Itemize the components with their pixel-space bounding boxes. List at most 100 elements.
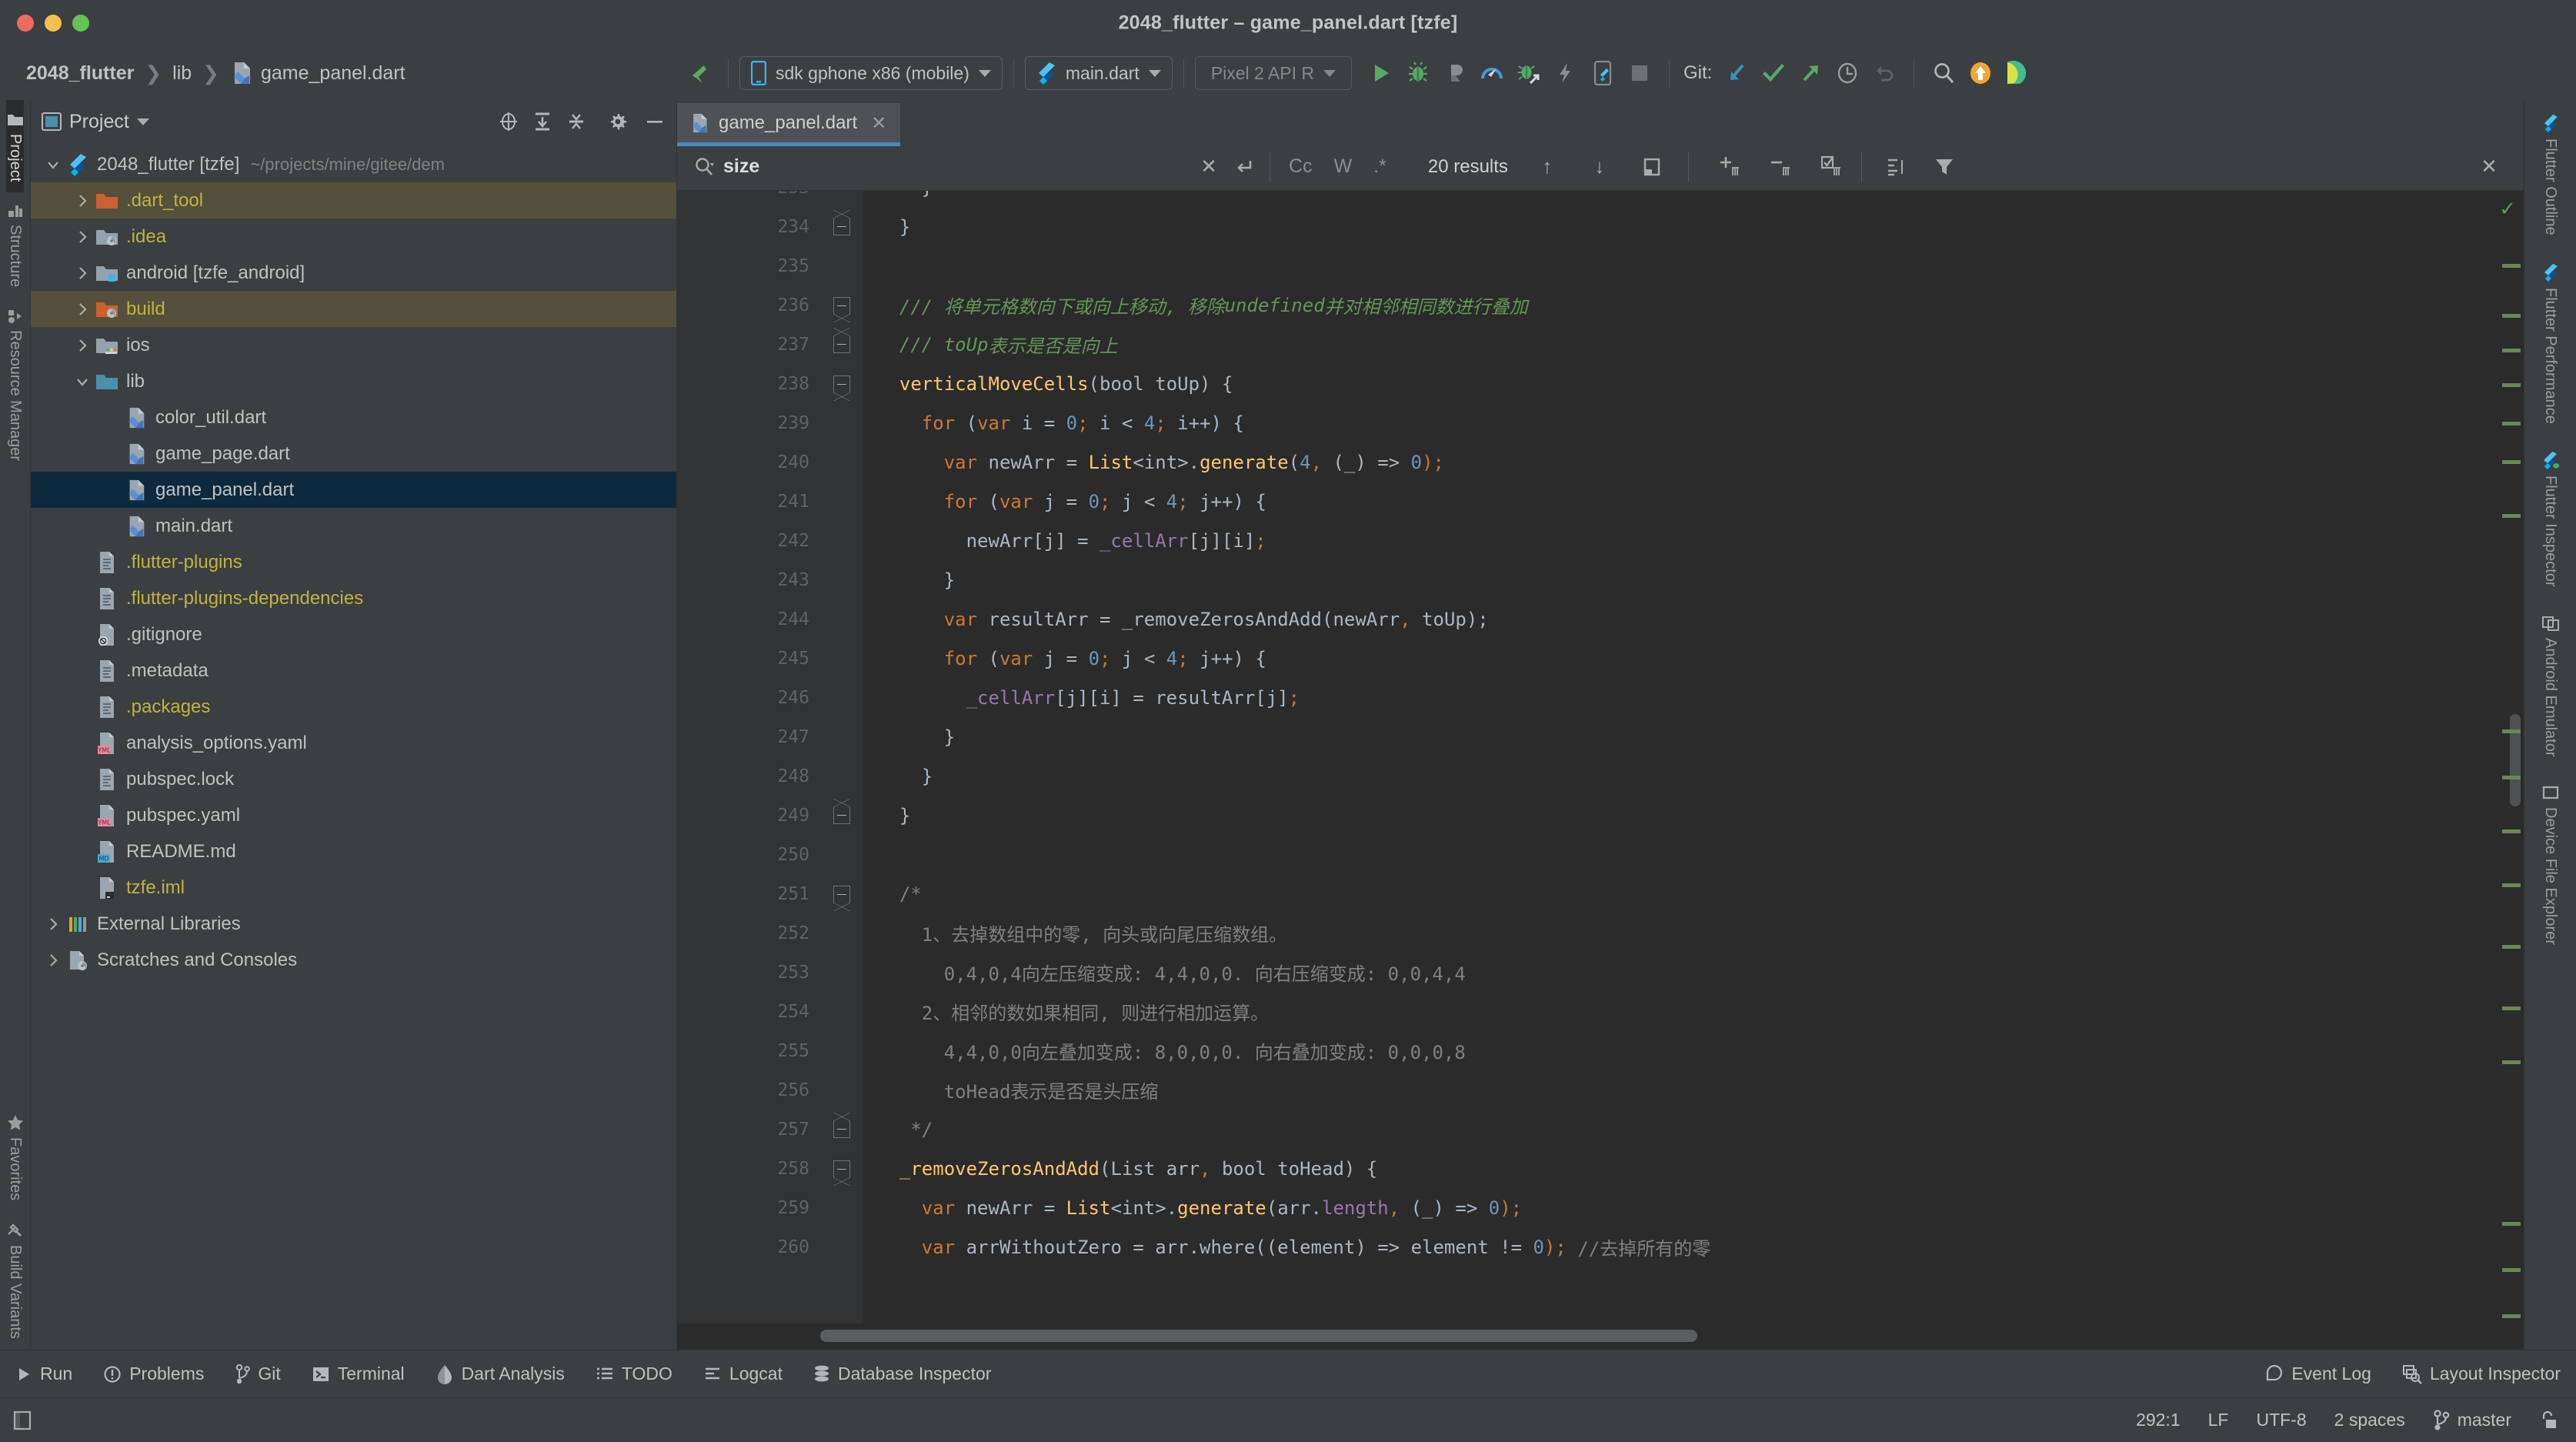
code-line[interactable]: [863, 835, 2499, 874]
fold-toggle[interactable]: [820, 874, 863, 913]
breadcrumb-item-project[interactable]: 2048_flutter: [26, 62, 134, 85]
chevron-right-icon[interactable]: [42, 953, 65, 968]
select-opened-file-icon[interactable]: [498, 111, 519, 132]
chevron-down-icon[interactable]: [71, 374, 94, 389]
bottom-tool-event-log[interactable]: Event Log: [2250, 1364, 2387, 1384]
profile-button[interactable]: [1436, 55, 1473, 92]
clear-search-icon[interactable]: ✕: [1191, 149, 1226, 185]
code-line[interactable]: }: [863, 207, 2499, 246]
tree-node[interactable]: .gitignore: [31, 616, 676, 653]
bottom-tool-todo[interactable]: TODO: [580, 1364, 688, 1384]
close-tab-icon[interactable]: ✕: [871, 112, 886, 135]
unlocked-icon[interactable]: [2539, 1410, 2558, 1431]
check-lines-icon[interactable]: [1814, 149, 1849, 185]
code-line[interactable]: toHead表示是否是头压缩: [863, 1070, 2499, 1110]
sidebar-item-flutter-inspector[interactable]: Flutter Inspector: [2541, 437, 2560, 601]
code-line[interactable]: 4,4,0,0向左叠加变成: 8,0,0,0. 向右叠加变成: 0,0,0,8: [863, 1031, 2499, 1070]
git-branch-widget[interactable]: master: [2433, 1409, 2511, 1431]
push-button[interactable]: [1792, 55, 1829, 92]
tree-node[interactable]: MD README.md: [31, 833, 676, 870]
run-configuration-selector[interactable]: main.dart: [1024, 56, 1173, 90]
code-line[interactable]: var arrWithoutZero = arr.where((element)…: [863, 1227, 2499, 1267]
code-text[interactable]: } } /// 将单元格数向下或向上移动, 移除undefined并对相邻相同数…: [863, 191, 2499, 1324]
history-button[interactable]: [1829, 55, 1866, 92]
devtools-button[interactable]: [1473, 55, 1510, 92]
bottom-tool-problems[interactable]: Problems: [88, 1364, 219, 1384]
fold-toggle[interactable]: [820, 207, 863, 246]
hot-reload-button[interactable]: [1547, 55, 1584, 92]
tree-node[interactable]: .metadata: [31, 653, 676, 689]
tree-node[interactable]: tzfe.iml: [31, 870, 676, 906]
bottom-tool-git[interactable]: Git: [219, 1364, 295, 1384]
bottom-tool-run[interactable]: Run: [0, 1364, 88, 1384]
tree-node[interactable]: main.dart: [31, 508, 676, 544]
next-occurrence-icon[interactable]: ↓: [1582, 149, 1617, 185]
search-field-wrapper[interactable]: [683, 155, 1191, 179]
sidebar-item-device-file-explorer[interactable]: Device File Explorer: [2541, 770, 2559, 959]
remove-line-icon[interactable]: [1763, 149, 1798, 185]
bottom-tool-layout-inspector[interactable]: Layout Inspector: [2387, 1364, 2576, 1384]
update-project-button[interactable]: [1718, 55, 1755, 92]
tree-node[interactable]: game_panel.dart: [31, 472, 676, 508]
code-folding-gutter[interactable]: [820, 191, 863, 1324]
debug-button[interactable]: [1400, 55, 1436, 92]
tree-node[interactable]: External Libraries: [31, 906, 676, 942]
filter-icon[interactable]: [1927, 149, 1962, 185]
error-stripe-markers[interactable]: ✓: [2499, 191, 2524, 1324]
caret-position[interactable]: 292:1: [2136, 1410, 2181, 1430]
fold-toggle[interactable]: [820, 364, 863, 403]
code-line[interactable]: }: [863, 796, 2499, 835]
toggle-toolbar-button[interactable]: [0, 1410, 32, 1431]
horizontal-scrollbar[interactable]: [677, 1324, 2524, 1350]
tree-node[interactable]: game_page.dart: [31, 436, 676, 472]
hide-panel-icon[interactable]: [644, 111, 666, 132]
sidebar-item-flutter-performance[interactable]: Flutter Performance: [2541, 249, 2559, 438]
chevron-right-icon[interactable]: [71, 302, 94, 317]
flutter-back-icon[interactable]: [680, 55, 717, 92]
rollback-button[interactable]: [1866, 55, 1903, 92]
fold-toggle[interactable]: [820, 1149, 863, 1188]
sidebar-item-project[interactable]: Project: [6, 100, 24, 193]
tree-node[interactable]: YML pubspec.yaml: [31, 797, 676, 833]
code-line[interactable]: /// toUp 表示是否是向上: [863, 325, 2499, 364]
project-tree[interactable]: 2048_flutter [tzfe] ~/projects/mine/gitee…: [31, 143, 676, 1350]
tree-node[interactable]: 2048_flutter [tzfe] ~/projects/mine/gitee…: [31, 146, 676, 182]
sidebar-item-build-variants[interactable]: Build Variants: [6, 1211, 24, 1350]
tree-node[interactable]: ios: [31, 327, 676, 363]
collapse-all-icon[interactable]: [566, 111, 587, 132]
emulator-selector[interactable]: Pixel 2 API R: [1194, 56, 1352, 90]
sidebar-item-structure[interactable]: Structure: [6, 192, 24, 298]
chevron-right-icon[interactable]: [71, 229, 94, 245]
sidebar-item-favorites[interactable]: Favorites: [6, 1103, 24, 1211]
sidebar-item-android-emulator[interactable]: Android Emulator: [2541, 601, 2559, 771]
chevron-right-icon[interactable]: [71, 338, 94, 353]
tree-node[interactable]: .packages: [31, 689, 676, 725]
code-line[interactable]: var newArr = List <int>. generate (arr. leng…: [863, 1188, 2499, 1227]
horizontal-scrollbar-thumb[interactable]: [820, 1330, 1697, 1342]
code-line[interactable]: _cellArr [j][i] = resultArr[j];: [863, 678, 2499, 717]
run-button[interactable]: [1363, 55, 1400, 92]
indent-setting[interactable]: 2 spaces: [2334, 1410, 2405, 1430]
fold-toggle[interactable]: [820, 796, 863, 835]
code-line[interactable]: [863, 246, 2499, 285]
code-line[interactable]: var newArr = List <int>. generate(4, (_) =…: [863, 442, 2499, 482]
code-line[interactable]: }: [863, 560, 2499, 599]
tree-node[interactable]: pubspec.lock: [31, 761, 676, 797]
chevron-right-icon[interactable]: [71, 265, 94, 281]
code-line[interactable]: }: [863, 191, 2499, 207]
code-line[interactable]: var resultArr = _removeZerosAndAdd (newAr…: [863, 599, 2499, 639]
stop-button[interactable]: [1621, 55, 1658, 92]
code-line[interactable]: /// 将单元格数向下或向上移动, 移除 undefined 并对相邻相同数进行叠加: [863, 285, 2499, 325]
chevron-right-icon[interactable]: [71, 193, 94, 209]
close-find-icon[interactable]: ✕: [2471, 149, 2507, 185]
breadcrumb-item-folder[interactable]: lib: [172, 62, 192, 85]
code-line[interactable]: */: [863, 1110, 2499, 1149]
sort-icon[interactable]: [1879, 149, 1914, 185]
tree-node[interactable]: .flutter-plugins: [31, 544, 676, 580]
bottom-tool-dart-analysis[interactable]: Dart Analysis: [420, 1364, 580, 1384]
code-line[interactable]: }: [863, 756, 2499, 796]
search-input[interactable]: [723, 155, 1093, 178]
tree-node[interactable]: .idea: [31, 219, 676, 255]
tree-node[interactable]: YML analysis_options.yaml: [31, 725, 676, 761]
tree-node[interactable]: .dart_tool: [31, 182, 676, 219]
